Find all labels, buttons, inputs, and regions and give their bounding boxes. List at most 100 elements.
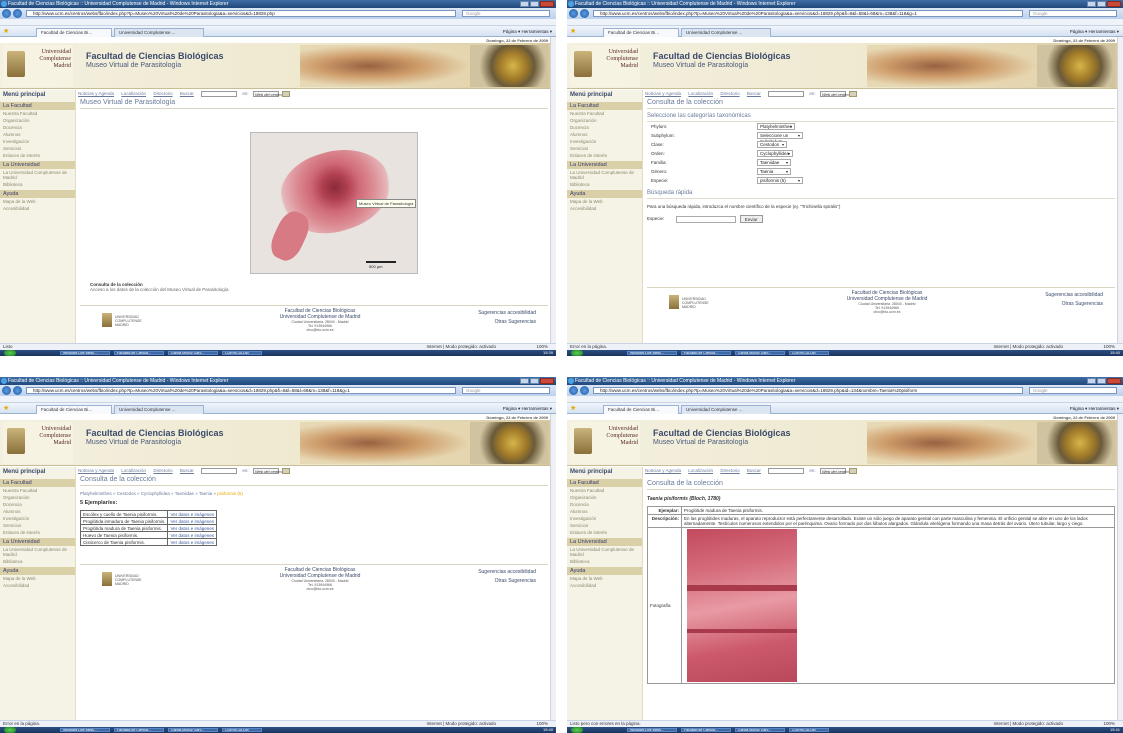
search-go-button[interactable]	[849, 90, 858, 97]
close-button[interactable]	[1107, 378, 1121, 384]
tab-universidad[interactable]: Universidad Complutense ...	[114, 28, 204, 37]
search-input[interactable]	[201, 90, 238, 97]
sidebar-item[interactable]: Servicios	[567, 522, 642, 529]
phylum-select[interactable]: Platyhelminthes	[757, 123, 795, 130]
sidebar-item[interactable]: Biblioteca	[0, 558, 75, 565]
sidebar-item[interactable]: Mapa de la Web	[567, 575, 642, 582]
nav-buscar[interactable]: Buscar	[747, 91, 761, 96]
maximize-button[interactable]	[1097, 1, 1106, 7]
nav-buscar[interactable]: Buscar	[747, 468, 761, 473]
sidebar-item[interactable]: Organización	[567, 494, 642, 501]
start-button[interactable]	[4, 350, 16, 356]
back-icon[interactable]	[569, 386, 578, 395]
sidebar-item[interactable]: Servicios	[567, 145, 642, 152]
maximize-button[interactable]	[530, 378, 539, 384]
sidebar-item[interactable]: Servicios	[0, 145, 75, 152]
sidebar-section[interactable]: La Facultad	[567, 102, 642, 110]
command-bar[interactable]: Página ▾ Herramientas ▾	[1070, 28, 1119, 35]
tab-facultad[interactable]: Facultad de Ciencias Bi...	[603, 28, 679, 37]
sidebar-item[interactable]: Docencia	[567, 124, 642, 131]
footer-email[interactable]: cfco@bio.ucm.es	[230, 587, 410, 591]
ver-datos-link[interactable]: Ver datos e imágenes	[167, 524, 217, 532]
sidebar-section[interactable]: La Facultad	[567, 479, 642, 487]
sidebar-item[interactable]: Organización	[0, 117, 75, 124]
nav-directorio[interactable]: Directorio	[153, 91, 172, 96]
sidebar-item[interactable]: Docencia	[0, 501, 75, 508]
minimize-button[interactable]	[1087, 378, 1096, 384]
taskbar-item[interactable]: Windows Live Mess...	[60, 351, 110, 355]
taskbar-item[interactable]: Garcia Muñoz Garc...	[168, 728, 218, 732]
footer-sugerencias-link[interactable]: Otras Sugerencias	[478, 577, 536, 586]
sidebar-item[interactable]: Biblioteca	[0, 181, 75, 188]
sidebar-item[interactable]: Docencia	[567, 501, 642, 508]
subphylum-select[interactable]: Seleccione un Subphylum	[757, 132, 803, 144]
command-bar[interactable]: Página ▾ Herramientas ▾	[503, 28, 552, 35]
sidebar-item[interactable]: Docencia	[0, 124, 75, 131]
especie-select[interactable]: pisiformis (5)	[757, 177, 803, 184]
species-input[interactable]	[675, 215, 736, 223]
orden-select[interactable]: Cyclophyllidea	[757, 150, 793, 157]
footer-accesibilidad-link[interactable]: Sugerencias accesibilidad	[478, 309, 536, 318]
nav-noticias[interactable]: Noticias y Agenda	[645, 468, 681, 473]
sidebar-section[interactable]: La Facultad	[0, 479, 75, 487]
taskbar-item[interactable]: Facultad de Ciencia...	[681, 728, 731, 732]
sidebar-item[interactable]: Biblioteca	[567, 558, 642, 565]
search-scope-select[interactable]: Web del centro ▾	[252, 90, 285, 97]
familia-select[interactable]: Taeniidae	[757, 159, 791, 166]
maximize-button[interactable]	[530, 1, 539, 7]
ver-datos-link[interactable]: Ver datos e imágenes	[167, 510, 217, 518]
sidebar-item[interactable]: Organización	[0, 494, 75, 501]
taskbar-item[interactable]: Facultad de Ciencia...	[114, 728, 164, 732]
sidebar-item[interactable]: Accesibilidad	[567, 205, 642, 212]
favorites-star-icon[interactable]: ★	[3, 28, 11, 35]
sidebar-section[interactable]: La Universidad	[567, 161, 642, 169]
footer-email[interactable]: cfco@bio.ucm.es	[230, 328, 410, 332]
sidebar-item[interactable]: Investigación	[567, 138, 642, 145]
search-field[interactable]: Google	[462, 10, 550, 17]
tab-universidad[interactable]: Universidad Complutense ...	[681, 28, 771, 37]
forward-icon[interactable]	[580, 9, 589, 18]
ucm-logo[interactable]: Universidad Complutense Madrid	[570, 45, 640, 87]
forward-icon[interactable]	[13, 386, 22, 395]
taskbar-item[interactable]: Garcia Muñoz Garc...	[168, 351, 218, 355]
url-field[interactable]: http://www.ucm.es/centros/webs/fbio/inde…	[593, 387, 1023, 394]
sidebar-item[interactable]: Accesibilidad	[0, 582, 75, 589]
forward-icon[interactable]	[13, 9, 22, 18]
close-button[interactable]	[1107, 1, 1121, 7]
sidebar-item[interactable]: Enlaces de interés	[0, 152, 75, 159]
nav-localizacion[interactable]: Localización	[121, 91, 146, 96]
sidebar-item[interactable]: Organización	[567, 117, 642, 124]
scrollbar[interactable]	[1117, 37, 1123, 343]
url-field[interactable]: http://www.ucm.es/centros/webs/fbio/inde…	[593, 10, 1023, 17]
sidebar-section[interactable]: La Universidad	[0, 161, 75, 169]
sidebar-item[interactable]: Nuestra Facultad	[567, 487, 642, 494]
nav-directorio[interactable]: Directorio	[720, 468, 739, 473]
taskbar-item[interactable]: CURRICULUM	[222, 351, 262, 355]
footer-email[interactable]: cfco@bio.ucm.es	[797, 310, 977, 314]
footer-accesibilidad-link[interactable]: Sugerencias accesibilidad	[1045, 291, 1103, 300]
back-icon[interactable]	[569, 9, 578, 18]
nav-localizacion[interactable]: Localización	[121, 468, 146, 473]
nav-noticias[interactable]: Noticias y Agenda	[78, 468, 114, 473]
search-input[interactable]	[768, 90, 805, 97]
sidebar-item[interactable]: Enlaces de interés	[567, 152, 642, 159]
maximize-button[interactable]	[1097, 378, 1106, 384]
minimize-button[interactable]	[1087, 1, 1096, 7]
sidebar-item[interactable]: La Universidad Complutense de Madrid	[567, 169, 642, 181]
tab-universidad[interactable]: Universidad Complutense ...	[681, 405, 771, 414]
sidebar-item[interactable]: Investigación	[0, 515, 75, 522]
tab-facultad[interactable]: Facultad de Ciencias Bi...	[36, 28, 112, 37]
back-icon[interactable]	[2, 386, 11, 395]
scrollbar[interactable]	[550, 37, 556, 343]
sidebar-item[interactable]: La Universidad Complutense de Madrid	[0, 546, 75, 558]
taskbar-item[interactable]: Facultad de Ciencia...	[681, 351, 731, 355]
sidebar-item[interactable]: Alumnos	[0, 508, 75, 515]
nav-directorio[interactable]: Directorio	[720, 91, 739, 96]
search-field[interactable]: Google	[1029, 10, 1117, 17]
start-button[interactable]	[4, 727, 16, 733]
command-bar[interactable]: Página ▾ Herramientas ▾	[1070, 405, 1119, 412]
footer-accesibilidad-link[interactable]: Sugerencias accesibilidad	[478, 568, 536, 577]
search-go-button[interactable]	[849, 467, 858, 474]
sidebar-item[interactable]: La Universidad Complutense de Madrid	[0, 169, 75, 181]
nav-noticias[interactable]: Noticias y Agenda	[645, 91, 681, 96]
